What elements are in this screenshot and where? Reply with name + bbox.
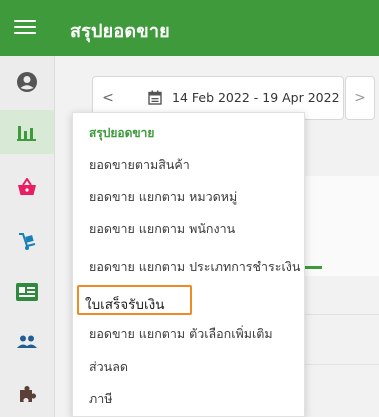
sidebar-item-account[interactable]: [0, 60, 54, 104]
sidebar-item-employees[interactable]: [0, 320, 54, 364]
sidebar-item-integrations[interactable]: [0, 373, 54, 417]
page-title: สรุปยอดขาย: [70, 21, 170, 42]
hand-truck-icon: [19, 233, 36, 250]
people-icon: [17, 335, 37, 348]
menu-item-sales-by-category[interactable]: ยอดขาย แยกตาม หมวดหมู่: [73, 181, 306, 213]
menu-item-sales-by-product[interactable]: ยอดขายตามสินค้า: [73, 149, 306, 181]
sidebar-item-reports[interactable]: [0, 110, 54, 154]
divider: [302, 364, 379, 365]
menu-item-discounts[interactable]: ส่วนลด: [73, 351, 306, 383]
report-menu: สรุปยอดขาย ยอดขายตามสินค้า ยอดขาย แยกตาม…: [72, 112, 305, 417]
menu-icon[interactable]: [14, 17, 36, 39]
sidebar-item-products[interactable]: [0, 165, 54, 209]
menu-item-sales-by-payment-type[interactable]: ยอดขาย แยกตาม ประเภทการชำระเงิน: [73, 251, 306, 283]
divider: [302, 314, 379, 315]
menu-item-receipts[interactable]: ใบเสร็จรับเงิน: [77, 285, 192, 315]
menu-item-sales-by-employee[interactable]: ยอดขาย แยกตาม พนักงาน: [73, 213, 306, 245]
account-circle-icon: [17, 72, 37, 92]
bar-chart-icon: [17, 126, 36, 141]
next-range-button[interactable]: >: [345, 76, 375, 120]
puzzle-icon: [20, 386, 36, 402]
id-card-icon: [16, 283, 38, 301]
menu-item-taxes[interactable]: ภาษี: [73, 383, 306, 415]
sidebar-item-inventory[interactable]: [0, 219, 54, 263]
sidebar: [0, 56, 55, 417]
menu-item-sales-summary[interactable]: สรุปยอดขาย: [73, 117, 306, 149]
menu-item-receipts-label: ใบเสร็จรับเงิน: [85, 297, 165, 313]
calendar-icon: [148, 90, 162, 105]
date-range-text: 14 Feb 2022 - 19 Apr 2022: [172, 90, 340, 105]
sidebar-item-customers[interactable]: [0, 270, 54, 314]
app-header: สรุปยอดขาย: [0, 0, 379, 56]
basket-icon: [18, 178, 36, 195]
menu-item-sales-by-modifier[interactable]: ยอดขาย แยกตาม ตัวเลือกเพิ่มเติม: [73, 318, 306, 350]
